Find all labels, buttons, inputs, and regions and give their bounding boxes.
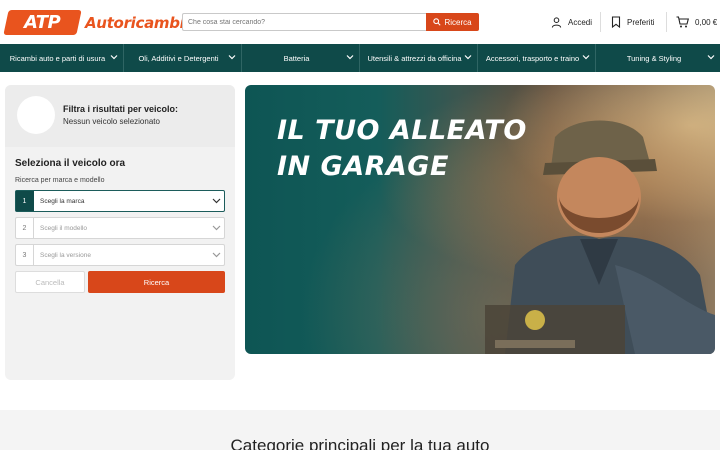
search-icon (433, 18, 442, 26)
hero-title-line1: IL TUO ALLEATO (277, 115, 527, 146)
logo-wordmark: Autoricambi (85, 13, 185, 32)
cart-icon (676, 16, 689, 28)
site-header: ATP Autoricambi Ricerca Accedi Preferiti… (0, 0, 720, 44)
logo-badge-text: ATP (24, 12, 61, 33)
nav-item-accessori[interactable]: Accessori, trasporto e traino (478, 44, 596, 72)
vehicle-filter-header: Filtra i risultati per veicolo: Nessun v… (5, 85, 235, 147)
chevron-down-icon (707, 55, 715, 60)
nav-item-utensili[interactable]: Utensili & attrezzi da officina (360, 44, 478, 72)
search-button[interactable]: Ricerca (426, 13, 479, 31)
model-select-value: Scegli il modello (40, 224, 87, 232)
step-number: 3 (16, 245, 34, 265)
search-input[interactable] (182, 13, 426, 31)
header-divider (600, 12, 601, 32)
nav-item-label: Batteria (283, 53, 310, 63)
chevron-down-icon (212, 198, 220, 204)
vehicle-select-label: Ricerca per marca e modello (15, 177, 105, 184)
step-number: 1 (16, 191, 34, 211)
brand-select-value: Scegli la marca (40, 197, 85, 205)
search-button-label: Ricerca (444, 17, 472, 27)
version-select[interactable]: 3 Scegli la versione (15, 244, 225, 266)
vehicle-filter-title: Filtra i risultati per veicolo: (63, 104, 179, 114)
hero-banner[interactable]: IL TUO ALLEATO IN GARAGE (245, 85, 715, 354)
hero-title-line2: IN GARAGE (277, 151, 449, 182)
category-nav: Ricambi auto e parti di usura Oli, Addit… (0, 44, 720, 72)
nav-item-batteria[interactable]: Batteria (242, 44, 360, 72)
nav-item-label: Oli, Additivi e Detergenti (138, 53, 219, 63)
search-bar: Ricerca (182, 13, 479, 31)
cart-total: 0,00 € (695, 17, 718, 27)
categories-title: Categorie principali per la tua auto (230, 436, 490, 450)
nav-item-label: Utensili & attrezzi da officina (367, 53, 462, 63)
logo-badge: ATP (3, 10, 82, 35)
vehicle-avatar (17, 96, 55, 134)
nav-item-label: Accessori, trasporto e traino (485, 53, 580, 63)
vehicle-search-button[interactable]: Ricerca (88, 271, 225, 293)
nav-item-label: Tuning & Styling (626, 53, 682, 63)
vehicle-filter-panel: Filtra i risultati per veicolo: Nessun v… (5, 85, 235, 380)
model-select[interactable]: 2 Scegli il modello (15, 217, 225, 239)
chevron-down-icon (212, 225, 220, 231)
nav-item-tuning[interactable]: Tuning & Styling (596, 44, 720, 72)
login-label: Accedi (568, 17, 593, 27)
vehicle-filter-status: Nessun veicolo selezionato (63, 117, 160, 126)
bookmark-icon (611, 16, 621, 28)
favorites-label: Preferiti (627, 17, 655, 27)
brand-select[interactable]: 1 Scegli la marca (15, 190, 225, 212)
login-link[interactable]: Accedi (551, 14, 592, 30)
hero-title: IL TUO ALLEATO IN GARAGE (277, 113, 527, 185)
version-select-value: Scegli la versione (40, 251, 91, 259)
header-divider (666, 12, 667, 32)
cancel-button[interactable]: Cancella (15, 271, 85, 293)
favorites-link[interactable]: Preferiti (611, 14, 655, 30)
chevron-down-icon (464, 55, 472, 60)
user-icon (551, 16, 562, 28)
chevron-down-icon (346, 55, 354, 60)
chevron-down-icon (582, 55, 590, 60)
chevron-down-icon (212, 252, 220, 258)
nav-item-oli[interactable]: Oli, Additivi e Detergenti (124, 44, 242, 72)
chevron-down-icon (110, 55, 118, 60)
vehicle-select-heading: Seleziona il veicolo ora (15, 158, 126, 169)
nav-item-ricambi[interactable]: Ricambi auto e parti di usura (0, 44, 124, 72)
chevron-down-icon (228, 55, 236, 60)
brand-logo[interactable]: ATP Autoricambi (3, 10, 185, 35)
cart-link[interactable]: 0,00 € (676, 14, 717, 30)
step-number: 2 (16, 218, 34, 238)
nav-item-label: Ricambi auto e parti di usura (9, 53, 106, 63)
